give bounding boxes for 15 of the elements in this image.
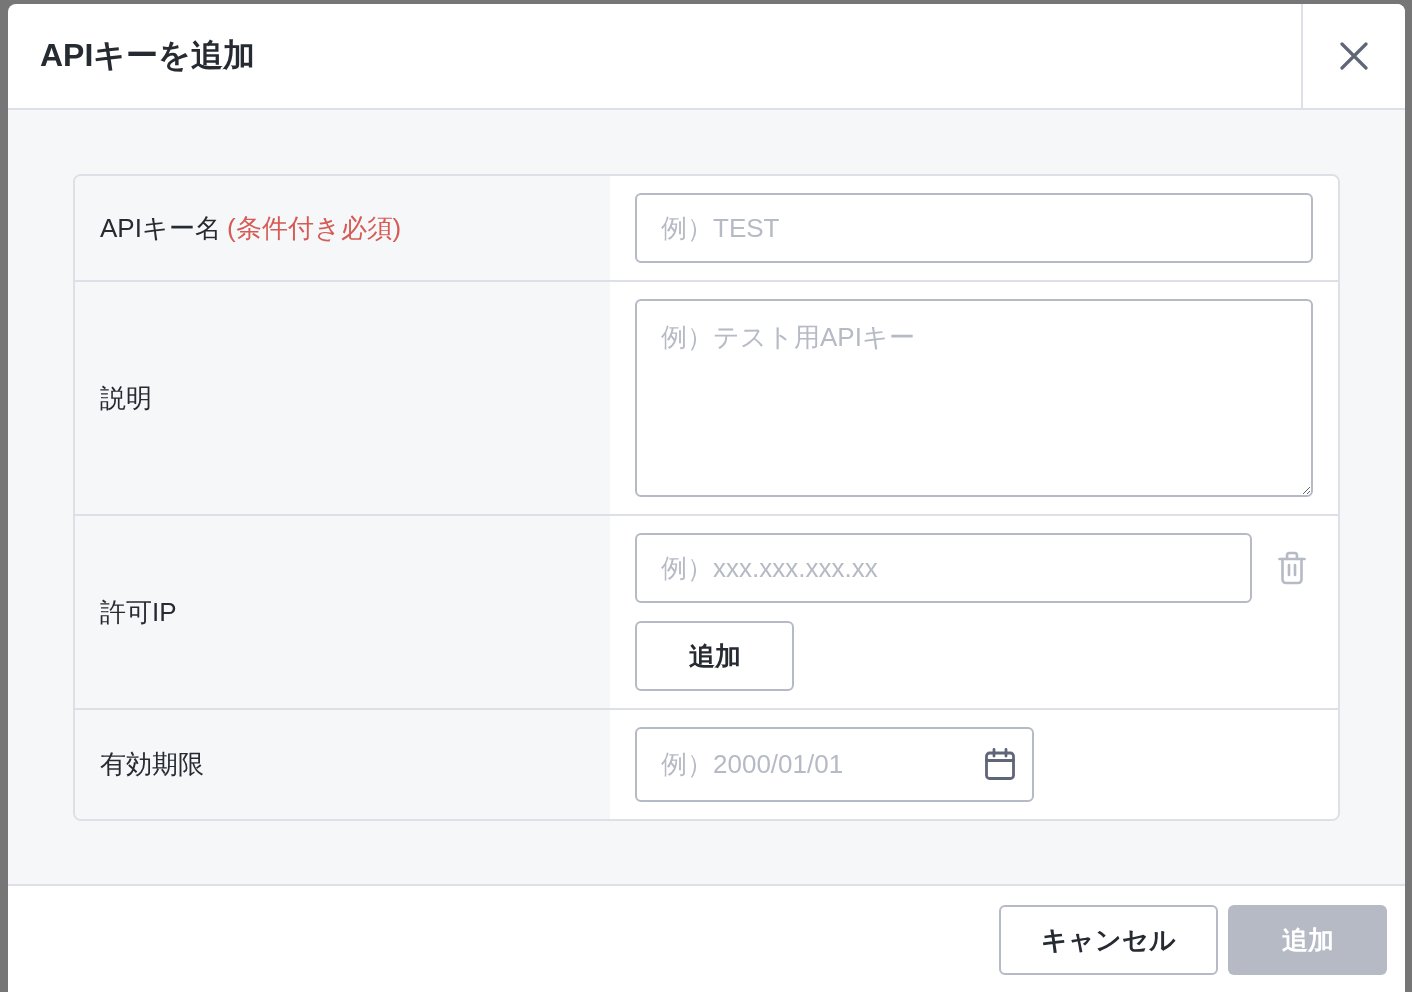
cancel-button[interactable]: キャンセル <box>999 905 1218 975</box>
field-label: 説明 <box>100 381 152 415</box>
dialog-title: APIキーを追加 <box>40 36 256 75</box>
close-icon <box>1340 42 1368 70</box>
calendar-icon[interactable] <box>985 748 1015 780</box>
text-input[interactable]: 例）TEST <box>635 193 1313 263</box>
close-button[interactable] <box>1301 4 1405 108</box>
add-ip-button[interactable]: 追加 <box>635 621 794 691</box>
ip-input[interactable]: 例）xxx.xxx.xxx.xx <box>635 533 1252 603</box>
field-label: 許可IP <box>100 595 177 629</box>
field-label: 有効期限 <box>100 748 204 781</box>
required-note: (条件付き必須) <box>226 211 402 245</box>
date-input[interactable]: 例）2000/01/01 <box>635 727 1034 802</box>
field-label: APIキー名 <box>100 211 221 245</box>
textarea-input[interactable]: 例）テスト用APIキー <box>635 299 1313 497</box>
